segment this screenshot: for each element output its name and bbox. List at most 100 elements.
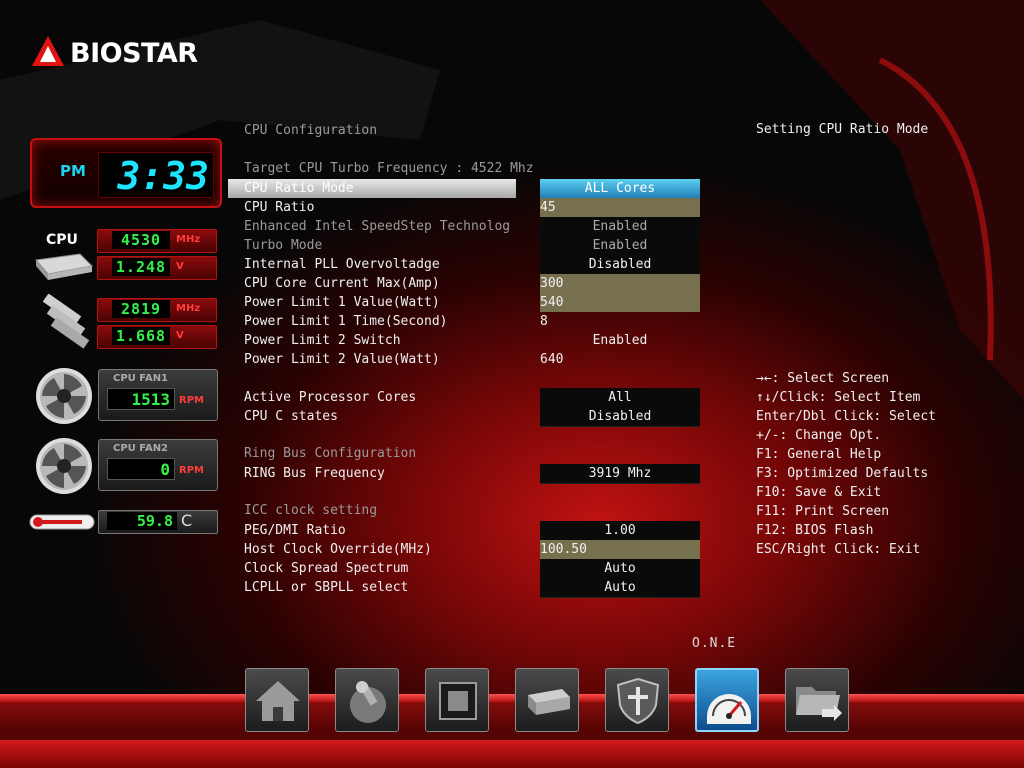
temperature-value: 59.8 bbox=[107, 512, 177, 530]
cpu-label: CPU bbox=[46, 232, 78, 248]
cpu-frequency-value: 4530 bbox=[112, 231, 170, 249]
fan-1-value: 1513 bbox=[107, 388, 175, 410]
setting-ring-bus-frequency[interactable]: RING Bus Frequency 3919 Mhz bbox=[228, 464, 700, 484]
setting-speedstep: Enhanced Intel SpeedStep Technolog Enabl… bbox=[228, 217, 700, 237]
setting-clock-spread-spectrum[interactable]: Clock Spread Spectrum Auto bbox=[228, 559, 700, 579]
setting-value[interactable]: 3919 Mhz bbox=[540, 464, 700, 484]
setting-active-processor-cores[interactable]: Active Processor Cores All bbox=[228, 388, 700, 408]
setting-cpu-c-states[interactable]: CPU C states Disabled bbox=[228, 407, 700, 427]
setting-power-limit-2-value[interactable]: Power Limit 2 Value(Watt) 640 bbox=[228, 350, 700, 369]
setting-value[interactable]: Auto bbox=[540, 578, 700, 598]
setting-value[interactable]: 8 bbox=[540, 312, 700, 331]
setting-cpu-core-current-max[interactable]: CPU Core Current Max(Amp) 300 bbox=[228, 274, 700, 293]
cpu-voltage-readout: 1.248 V bbox=[97, 256, 217, 280]
fan-2-title: CPU FAN2 bbox=[113, 443, 169, 454]
memory-modules-icon bbox=[42, 294, 90, 349]
setting-value[interactable]: ALL Cores bbox=[540, 179, 700, 198]
setting-label: LCPLL or SBPLL select bbox=[244, 580, 409, 595]
setting-lcpll-sbpll-select[interactable]: LCPLL or SBPLL select Auto bbox=[228, 578, 700, 598]
setting-label: Clock Spread Spectrum bbox=[244, 561, 409, 576]
section-title-cpu-configuration: CPU Configuration bbox=[244, 123, 378, 138]
setting-power-limit-2-switch[interactable]: Power Limit 2 Switch Enabled bbox=[228, 331, 700, 350]
setting-label: CPU C states bbox=[244, 409, 338, 424]
cpu-frequency-unit: MHz bbox=[176, 234, 201, 245]
setting-label: Host Clock Override(MHz) bbox=[244, 542, 432, 557]
setting-turbo-mode: Turbo Mode Enabled bbox=[228, 236, 700, 256]
setting-label: PEG/DMI Ratio bbox=[244, 523, 346, 538]
setting-label: CPU Ratio bbox=[244, 200, 315, 215]
setting-label: CPU Core Current Max(Amp) bbox=[244, 276, 440, 291]
cpu-chip-icon bbox=[35, 253, 94, 280]
memory-voltage-value: 1.668 bbox=[112, 327, 170, 345]
setting-cpu-ratio[interactable]: CPU Ratio 45 bbox=[228, 198, 700, 217]
setting-internal-pll-overvoltage[interactable]: Internal PLL Overvoltadge Disabled bbox=[228, 255, 700, 275]
cpu-voltage-value: 1.248 bbox=[112, 258, 170, 276]
key-help-item: F11: Print Screen bbox=[756, 504, 890, 519]
brand-name: BIOSTAR bbox=[70, 38, 198, 69]
section-title-ring-bus: Ring Bus Configuration bbox=[244, 446, 417, 461]
cpu-frequency-readout: 4530 MHz bbox=[97, 229, 217, 253]
fan-2-value: 0 bbox=[107, 458, 175, 480]
key-help-item: F10: Save & Exit bbox=[756, 485, 882, 500]
clock-time: 3:33 bbox=[98, 152, 214, 198]
clock-ampm: PM bbox=[60, 162, 86, 180]
tab-save-exit[interactable] bbox=[785, 668, 849, 732]
clock-display: PM 3:33 bbox=[30, 138, 222, 208]
setting-value: Enabled bbox=[540, 236, 700, 256]
setting-value[interactable]: All bbox=[540, 388, 700, 408]
help-title: Setting CPU Ratio Mode bbox=[756, 122, 929, 137]
key-help-item: ↑↓/Click: Select Item bbox=[756, 390, 921, 405]
setting-host-clock-override[interactable]: Host Clock Override(MHz) 100.50 bbox=[228, 540, 700, 559]
folder-exit-icon bbox=[796, 687, 842, 721]
setting-power-limit-1-value[interactable]: Power Limit 1 Value(Watt) 540 bbox=[228, 293, 700, 312]
toolbar-shelf-base bbox=[0, 740, 1024, 768]
setting-value[interactable]: Enabled bbox=[540, 331, 700, 350]
setting-label: RING Bus Frequency bbox=[244, 466, 385, 481]
biostar-logo-mark-icon bbox=[32, 36, 64, 66]
fan-1-unit: RPM bbox=[179, 395, 204, 406]
key-help-item: +/-: Change Opt. bbox=[756, 428, 882, 443]
temperature-unit: C bbox=[181, 511, 193, 530]
setting-label: Active Processor Cores bbox=[244, 390, 417, 405]
fan-2-icon bbox=[36, 438, 92, 494]
tab-advanced[interactable] bbox=[335, 668, 399, 732]
tab-chipset[interactable] bbox=[425, 668, 489, 732]
setting-value[interactable]: Disabled bbox=[540, 255, 700, 275]
setting-value[interactable]: 1.00 bbox=[540, 521, 700, 541]
setting-label: Power Limit 1 Value(Watt) bbox=[244, 295, 440, 310]
joystick-icon bbox=[350, 681, 386, 723]
fan-2-unit: RPM bbox=[179, 465, 204, 476]
setting-label: Turbo Mode bbox=[244, 238, 323, 253]
setting-label: Enhanced Intel SpeedStep Technolog bbox=[244, 219, 511, 234]
setting-peg-dmi-ratio[interactable]: PEG/DMI Ratio 1.00 bbox=[228, 521, 700, 541]
setting-cpu-ratio-mode[interactable]: CPU Ratio Mode ALL Cores bbox=[228, 179, 700, 198]
setting-value[interactable]: Auto bbox=[540, 559, 700, 579]
setting-value[interactable]: 640 bbox=[540, 350, 700, 369]
setting-label: Power Limit 2 Switch bbox=[244, 333, 401, 348]
thermometer-icon bbox=[29, 514, 95, 530]
tab-boot[interactable] bbox=[515, 668, 579, 732]
speedometer-icon bbox=[707, 694, 751, 724]
home-icon bbox=[256, 681, 300, 721]
memory-frequency-readout: 2819 MHz bbox=[97, 298, 217, 322]
setting-value[interactable]: 45 bbox=[540, 198, 700, 217]
setting-value: Enabled bbox=[540, 217, 700, 237]
active-tab-label: O.N.E bbox=[692, 636, 737, 651]
key-help-item: F1: General Help bbox=[756, 447, 882, 462]
memory-frequency-value: 2819 bbox=[112, 300, 170, 318]
section-title-icc-clock: ICC clock setting bbox=[244, 503, 378, 518]
memory-frequency-unit: MHz bbox=[176, 303, 201, 314]
setting-value[interactable]: Disabled bbox=[540, 407, 700, 427]
tab-security[interactable] bbox=[605, 668, 669, 732]
setting-value[interactable]: 540 bbox=[540, 293, 700, 312]
setting-value[interactable]: 100.50 bbox=[540, 540, 700, 559]
biostar-logo: BIOSTAR bbox=[30, 34, 220, 74]
tab-main[interactable] bbox=[245, 668, 309, 732]
toolbar-shelf-edge bbox=[0, 694, 1024, 702]
setting-label: Internal PLL Overvoltadge bbox=[244, 257, 440, 272]
setting-value[interactable]: 300 bbox=[540, 274, 700, 293]
tab-one[interactable] bbox=[695, 668, 759, 732]
setting-power-limit-1-time[interactable]: Power Limit 1 Time(Second) 8 bbox=[228, 312, 700, 331]
setting-label: Power Limit 2 Value(Watt) bbox=[244, 352, 440, 367]
setting-label: CPU Ratio Mode bbox=[228, 179, 516, 198]
